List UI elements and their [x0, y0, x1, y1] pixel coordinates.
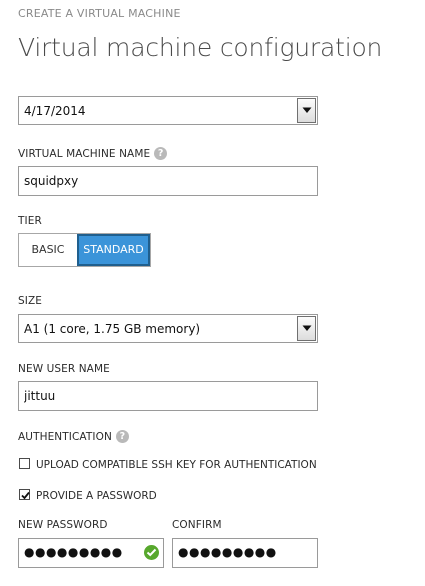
size-select-value: A1 (1 core, 1.75 GB memory): [24, 322, 201, 336]
chevron-down-icon: [302, 325, 312, 331]
new-password-label: NEW PASSWORD: [18, 519, 108, 531]
tier-basic-button[interactable]: BASIC: [19, 234, 77, 266]
user-name-label: NEW USER NAME: [18, 363, 110, 375]
version-select[interactable]: 4/17/2014: [18, 96, 318, 125]
password-label[interactable]: PROVIDE A PASSWORD: [36, 490, 157, 502]
check-circle-icon: [144, 545, 159, 560]
size-label: SIZE: [18, 295, 42, 307]
breadcrumb: CREATE A VIRTUAL MACHINE: [18, 7, 181, 20]
size-select-dropdown-button[interactable]: [297, 316, 316, 341]
new-password-input[interactable]: ●●●●●●●●●: [18, 538, 164, 568]
checkmark-icon: [146, 548, 157, 557]
password-checkbox[interactable]: [19, 489, 30, 500]
checkmark-icon: [21, 491, 30, 500]
help-icon[interactable]: ?: [154, 146, 168, 160]
version-select-dropdown-button[interactable]: [297, 98, 316, 123]
tier-standard-button[interactable]: STANDARD: [77, 234, 150, 266]
size-select[interactable]: A1 (1 core, 1.75 GB memory): [18, 314, 318, 343]
tier-toggle[interactable]: BASIC STANDARD: [18, 233, 151, 267]
confirm-password-value: ●●●●●●●●●: [178, 545, 277, 559]
version-select-value: 4/17/2014: [24, 104, 86, 118]
new-password-value: ●●●●●●●●●: [24, 545, 123, 559]
confirm-password-input[interactable]: ●●●●●●●●●: [172, 538, 318, 568]
confirm-label: CONFIRM: [172, 519, 222, 531]
user-name-input[interactable]: [18, 381, 318, 411]
authentication-label: AUTHENTICATION?: [18, 429, 129, 443]
vm-name-label: VIRTUAL MACHINE NAME?: [18, 146, 168, 160]
chevron-down-icon: [302, 107, 312, 113]
ssh-key-checkbox[interactable]: [19, 458, 30, 469]
vm-name-input[interactable]: [18, 166, 318, 196]
tier-label: TIER: [18, 215, 42, 227]
ssh-key-label[interactable]: UPLOAD COMPATIBLE SSH KEY FOR AUTHENTICA…: [36, 459, 317, 471]
help-icon[interactable]: ?: [115, 429, 129, 443]
page-title: Virtual machine configuration: [18, 33, 383, 62]
